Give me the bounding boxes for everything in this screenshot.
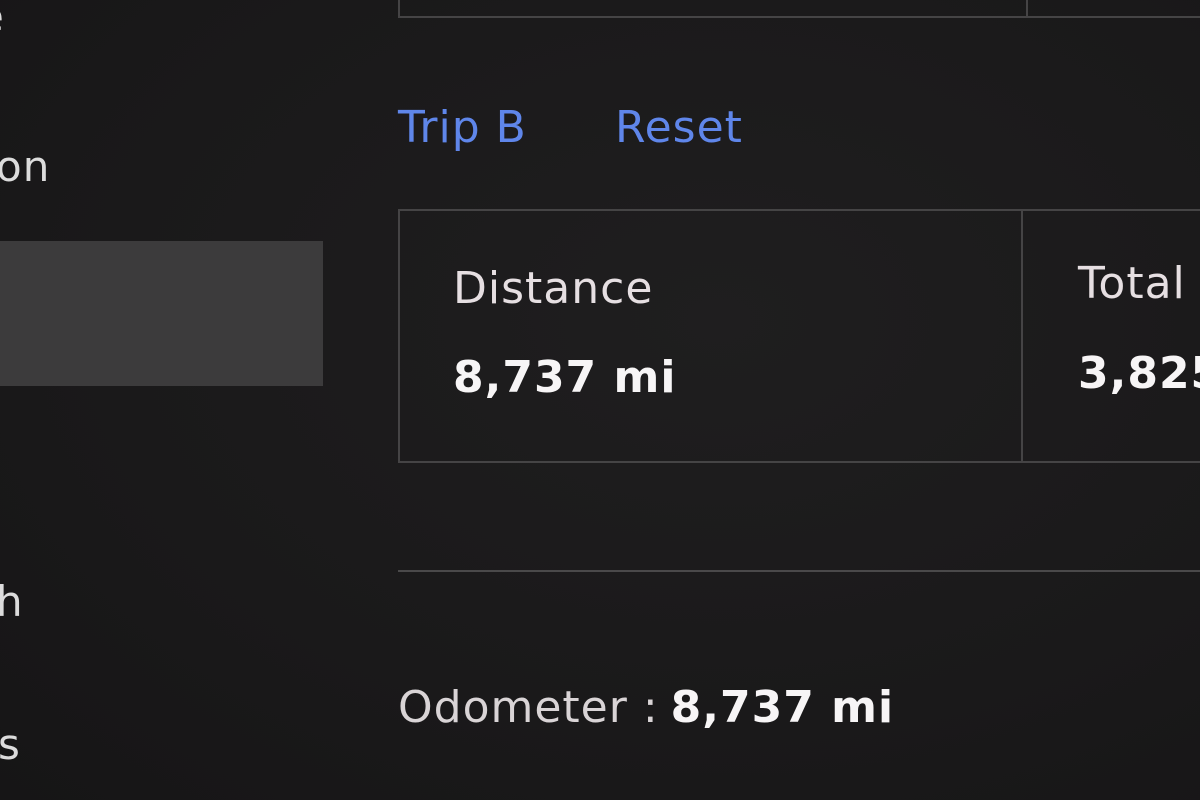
total-label: Total — [1078, 258, 1186, 309]
sidebar: e on h s — [0, 0, 330, 800]
sidebar-item-selected[interactable] — [0, 241, 323, 386]
sidebar-item-2[interactable]: on — [0, 142, 50, 191]
trip-screen: e on h s Trip B Reset Distance 8,737 mi … — [0, 0, 1200, 800]
section-divider — [398, 570, 1200, 572]
stats-divider — [1021, 209, 1023, 461]
sidebar-item-4[interactable]: h — [0, 577, 24, 626]
reset-button[interactable]: Reset — [615, 102, 743, 153]
trip-a-card-divider — [1026, 0, 1028, 18]
distance-label: Distance — [453, 263, 654, 314]
odometer-value: 8,737 mi — [670, 682, 895, 733]
sidebar-item-1[interactable]: e — [0, 0, 5, 41]
trip-b-title: Trip B — [398, 102, 527, 153]
sidebar-item-5[interactable]: s — [0, 720, 21, 769]
trip-b-stats-card — [398, 209, 1200, 463]
trip-a-card — [398, 0, 1200, 18]
odometer-row: Odometer :8,737 mi — [398, 682, 894, 733]
odometer-label: Odometer : — [398, 682, 659, 733]
total-value: 3,825 — [1078, 348, 1200, 399]
distance-value: 8,737 mi — [453, 352, 677, 403]
